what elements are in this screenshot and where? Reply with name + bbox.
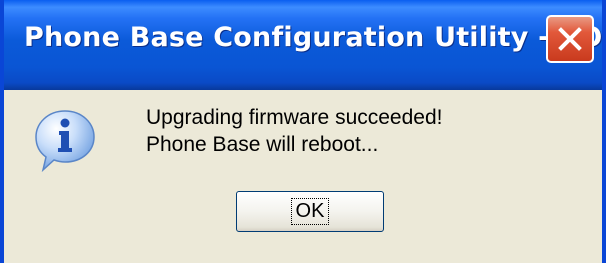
ok-button-label: OK [290, 198, 330, 225]
window-title: Phone Base Configuration Utility - COM5 [24, 22, 606, 53]
close-icon [558, 27, 582, 51]
ok-button[interactable]: OK [236, 191, 384, 232]
message-dialog: Phone Base Configuration Utility - COM5 … [0, 0, 606, 263]
title-bar[interactable]: Phone Base Configuration Utility - COM5 [4, 0, 602, 90]
information-icon [35, 110, 95, 173]
dialog-message: Upgrading firmware succeeded! Phone Base… [146, 104, 442, 158]
message-line-1: Upgrading firmware succeeded! [146, 106, 443, 129]
dialog-body: Upgrading firmware succeeded! Phone Base… [4, 90, 602, 263]
close-button[interactable] [546, 15, 594, 63]
message-line-2: Phone Base will reboot... [146, 133, 379, 156]
